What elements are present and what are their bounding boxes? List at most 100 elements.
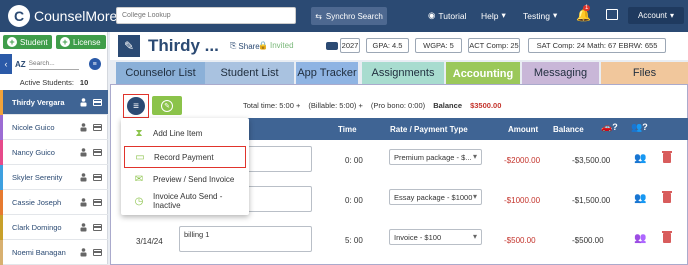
calendar-icon[interactable] [606,9,618,20]
edit-entries-button[interactable]: ✎ [152,96,182,115]
credit-card-icon: ▭ [135,151,145,163]
card-icon[interactable] [93,224,102,231]
payment-type-select[interactable]: Invoice - $100 [389,229,482,245]
trash-icon[interactable] [662,151,672,163]
total-time: Total time: 5:00 + [243,101,301,110]
student-color-stripe [0,90,3,115]
student-list-item[interactable]: Thirdy Vergara [0,90,108,115]
student-list-item[interactable]: Cassie Joseph [0,190,108,215]
notifications-bell-icon[interactable]: 🔔 1 [576,5,591,22]
actions-menu-button[interactable]: ≡ [123,94,149,118]
student-list-item[interactable]: Clark Domingo [0,215,108,240]
sat-chip: SAT Comp: 24 Math: 67 EBRW: 655 [528,38,666,53]
hourglass-icon: ⧗ [135,127,143,139]
entry-time[interactable]: 0: 00 [345,196,363,205]
trash-icon[interactable] [662,191,672,203]
tutorial-label: Tutorial [438,10,467,21]
table-header: Time Rate / Payment Type Amount Balance … [240,118,688,140]
entry-time[interactable]: 0: 00 [345,156,363,165]
tab-counselor-list[interactable]: Counselor List [116,62,205,84]
person-lock-icon[interactable] [80,148,87,157]
preview-send-invoice-option[interactable]: ✉ Preview / Send Invoice [121,168,249,190]
person-lock-icon[interactable] [80,98,87,107]
student-name-label: Noemi Banagan [12,247,66,257]
invited-label: Invited [269,41,294,50]
share-icon: ⎘ [230,41,237,50]
table-row: 3/14/24 billing 1 5: 00 Invoice - $100 -$500… [110,220,688,260]
student-name-label: Clark Domingo [12,222,62,232]
student-header: ✎ Thirdy ... ⎘ Share 🔒 Invited 2027 GPA:… [110,32,688,60]
add-license-button[interactable]: + License [56,35,106,49]
card-icon[interactable] [93,99,102,106]
account-label: Account [638,11,667,20]
add-line-item-option[interactable]: ⧗ Add Line Item [121,122,249,144]
logo[interactable]: C CounselMore [8,5,117,27]
person-lock-icon[interactable] [80,248,87,257]
account-menu[interactable]: Account ▾ [628,7,684,24]
student-color-stripe [0,140,3,165]
add-line-item-label: Add Line Item [153,128,203,138]
help-menu[interactable]: Help ▾ [481,10,506,21]
person-lock-icon[interactable] [80,173,87,182]
chevron-down-icon: ▾ [501,10,506,20]
invited-status: 🔒 Invited [258,41,294,50]
tab-accounting[interactable]: Accounting [446,62,520,86]
student-color-stripe [0,165,3,190]
people-icon[interactable]: 👥 [634,233,646,244]
trash-icon[interactable] [662,231,672,243]
people-help-icon[interactable]: 👥? [631,122,648,133]
tab-messaging[interactable]: Messaging [522,62,599,84]
logo-text: CounselMore [34,8,118,24]
people-icon[interactable]: 👥 [634,153,646,164]
tab-files[interactable]: Files [601,62,688,84]
payment-type-select[interactable]: Essay package - $1000 [389,189,482,205]
car-help-icon[interactable]: 🚗? [601,122,618,133]
add-student-button[interactable]: + Student [3,35,52,49]
payment-type-select[interactable]: Premium package - $... [389,149,482,165]
record-payment-option[interactable]: ▭ Record Payment [124,146,246,168]
share-button[interactable]: ⎘ Share [230,41,260,51]
entry-description-field[interactable]: billing 1 [179,226,312,252]
share-label: Share [238,41,260,51]
grad-year-chip: 2027 [340,38,360,53]
student-list-item[interactable]: Skyler Serenity [0,165,108,190]
card-icon[interactable] [93,174,102,181]
notification-badge: 1 [583,5,591,11]
tutorial-link[interactable]: ◉ Tutorial [428,10,466,21]
card-icon[interactable] [93,249,102,256]
entry-time[interactable]: 5: 00 [345,236,363,245]
student-color-stripe [0,215,3,240]
student-list-item[interactable]: Noemi Banagan [0,240,108,265]
sort-az-icon[interactable]: AZ [15,60,26,69]
pro-bono-time: (Pro bono: 0:00) [370,101,426,110]
wgpa-chip: WGPA: 5 [415,38,462,53]
tab-assignments[interactable]: Assignments [362,62,444,84]
pencil-icon: ✎ [161,99,173,112]
tab-app-tracker[interactable]: App Tracker [296,62,358,84]
people-icon[interactable]: 👥 [634,193,646,204]
card-icon[interactable] [93,199,102,206]
card-icon[interactable] [93,124,102,131]
time-header: Time [338,125,357,134]
entry-date[interactable]: 3/14/24 [136,237,163,246]
sidebar-search-row: ‹ AZ ≡ [0,54,108,74]
person-lock-icon[interactable] [80,123,87,132]
rate-header: Rate / Payment Type [390,125,468,134]
filter-icon[interactable]: ≡ [88,58,101,70]
card-icon[interactable] [93,149,102,156]
chevron-down-icon: ▾ [552,10,558,20]
person-lock-icon[interactable] [80,198,87,207]
testing-menu[interactable]: Testing ▾ [523,10,557,21]
student-search-input[interactable] [28,58,79,70]
synchro-search-button[interactable]: ⇆ Synchro Search [311,7,387,25]
collapse-sidebar-icon[interactable]: ‹ [0,54,12,74]
edit-student-icon[interactable]: ✎ [118,35,140,57]
tab-student-list[interactable]: Student List [205,62,294,84]
record-payment-label: Record Payment [154,152,214,162]
college-lookup-input[interactable] [116,7,296,24]
person-lock-icon[interactable] [80,223,87,232]
plus-icon: + [7,37,17,47]
student-list-item[interactable]: Nancy Guico [0,140,108,165]
invoice-auto-send-option[interactable]: ◷ Invoice Auto Send - Inactive [121,190,249,212]
student-list-item[interactable]: Nicole Guico [0,115,108,140]
